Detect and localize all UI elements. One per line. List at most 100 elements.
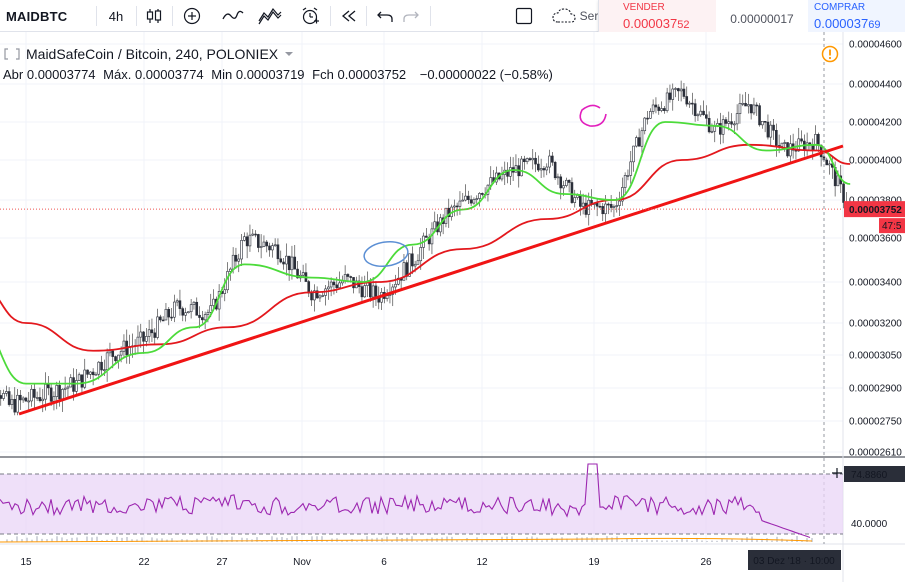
candle-body — [385, 295, 389, 299]
candles-icon[interactable] — [140, 0, 168, 32]
chevron-down-icon[interactable] — [284, 50, 294, 58]
candle-body — [61, 389, 64, 400]
candle-body — [646, 117, 649, 120]
candle-body — [268, 245, 271, 251]
candle-body — [545, 166, 549, 171]
collapse-legend-icon[interactable] — [4, 48, 20, 60]
candle-body — [338, 282, 341, 288]
candle-body — [21, 397, 25, 401]
time-tick-label: 6 — [381, 557, 387, 568]
toolbar-divider — [330, 6, 331, 26]
candle-body — [122, 340, 126, 352]
volume-bar — [551, 537, 553, 542]
candle-body — [371, 285, 375, 298]
candle-body — [612, 206, 616, 208]
candle-body — [94, 373, 98, 376]
candle-body — [80, 374, 84, 388]
undo-icon[interactable] — [372, 0, 398, 32]
candle-body — [635, 137, 638, 147]
interval-button[interactable]: 4h — [100, 0, 132, 32]
candle-body — [35, 397, 39, 399]
volume-bar — [711, 540, 713, 542]
candle-body — [660, 108, 663, 111]
candle-body — [458, 200, 462, 207]
candle-body — [49, 387, 53, 402]
indicators-icon[interactable] — [254, 0, 286, 32]
redo-icon[interactable] — [398, 0, 424, 32]
candle-body — [789, 143, 792, 157]
volume-bar — [651, 540, 653, 542]
candle-body — [685, 96, 689, 105]
candle-body — [509, 167, 512, 177]
volume-bar — [246, 538, 248, 542]
volume-bar — [586, 537, 588, 542]
candle-body — [537, 163, 540, 171]
candle-body — [814, 134, 817, 151]
candle-body — [520, 158, 523, 177]
volume-bar — [446, 536, 448, 542]
volume-bar — [296, 536, 298, 542]
checkbox-icon[interactable] — [510, 0, 538, 32]
volume-bar — [16, 536, 18, 542]
chart-canvas[interactable]: 0.00004600 0.00004400 0.00004200 0.00004000… — [0, 32, 905, 582]
candle-body — [587, 199, 591, 215]
candle-body — [663, 108, 666, 111]
volume-bar — [676, 539, 678, 542]
candle-body — [150, 329, 154, 334]
close-value: 0.00003752 — [337, 67, 407, 82]
candle-body — [570, 182, 574, 203]
volume-bar — [356, 540, 358, 542]
candle-body — [13, 398, 17, 413]
candle-body — [27, 400, 31, 403]
server-label[interactable]: Ser — [578, 0, 600, 32]
time-tick-label: 27 — [216, 557, 228, 568]
volume-bar — [456, 540, 458, 542]
time-tick-label: 26 — [700, 557, 712, 568]
candle-body — [231, 254, 235, 270]
volume-bar — [626, 538, 628, 542]
price-tick-label: 0.00004400 — [849, 80, 902, 91]
candle-body — [91, 371, 95, 376]
price-tick-label: 0.00003600 — [849, 234, 902, 245]
candle-body — [206, 312, 210, 315]
candle-body — [203, 314, 207, 321]
candle-body — [551, 155, 554, 163]
candle-body — [842, 183, 845, 203]
candle-body — [601, 206, 605, 215]
candle-body — [548, 155, 551, 168]
add-indicator-icon[interactable] — [178, 0, 206, 32]
cloud-save-icon[interactable] — [550, 0, 578, 32]
candle-body — [195, 301, 199, 316]
candle-body — [567, 179, 571, 183]
symbol-search-button[interactable]: MAIDBTC — [6, 0, 70, 32]
candle-body — [696, 114, 700, 117]
candle-body — [693, 103, 697, 116]
candle-body — [419, 247, 423, 262]
candle-body — [654, 104, 658, 108]
sell-label: VENDER — [623, 2, 665, 13]
candle-body — [10, 398, 14, 405]
rsi-upper-label: 74.8860 — [851, 470, 888, 481]
candle-body — [97, 361, 101, 375]
candle-body — [763, 120, 767, 123]
price-tick-label: 0.00002900 — [849, 384, 902, 395]
volume-bar — [241, 537, 243, 542]
toolbar-divider — [136, 6, 137, 26]
volume-bar — [26, 537, 28, 542]
replay-icon[interactable] — [336, 0, 362, 32]
candle-body — [360, 286, 364, 298]
alert-icon[interactable] — [296, 0, 324, 32]
candle-body — [702, 110, 705, 116]
volume-bar — [491, 540, 493, 542]
low-label: Min — [211, 67, 233, 82]
candle-body — [184, 312, 187, 316]
candle-body — [257, 234, 260, 248]
line-style-icon[interactable] — [218, 0, 248, 32]
candle-body — [189, 304, 193, 313]
candle-body — [738, 103, 742, 114]
candle-body — [640, 130, 644, 147]
time-tick-label: 22 — [138, 557, 150, 568]
price-tick-label: 0.00002610 — [849, 448, 902, 459]
volume-bar — [641, 540, 643, 542]
warning-icon[interactable] — [821, 45, 839, 63]
